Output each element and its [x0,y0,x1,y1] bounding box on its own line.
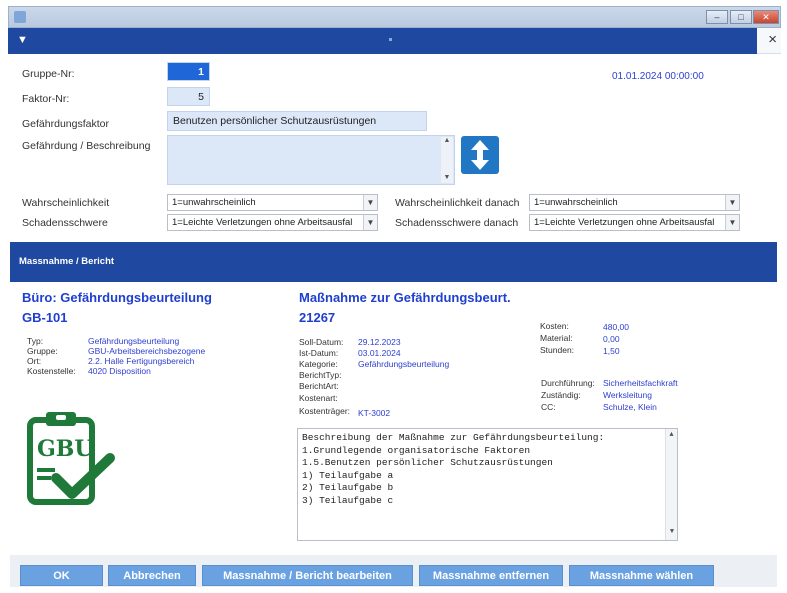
schadensschwere-value: 1=Leichte Verletzungen ohne Arbeitsausfa… [172,217,353,228]
scroll-down-icon[interactable]: ▼ [441,174,453,181]
schadensschwere-danach-select[interactable]: 1=Leichte Verletzungen ohne Arbeitsausfa… [529,214,740,231]
chevron-down-icon[interactable]: ▼ [725,215,739,230]
gbu-logo: GBU [22,410,117,510]
left-row-label: Typ: [27,336,44,346]
left-row-label: Gruppe: [27,346,58,356]
middle-row-label: Kostenträger: [299,406,351,416]
right-row-value: 480,00 [603,322,629,332]
right-row-label: Kosten: [540,321,569,331]
faktor-input[interactable]: 5 [167,87,210,106]
close-icon[interactable]: × [768,31,777,48]
header-bar: ▼ [8,28,757,54]
schadensschwere-danach-value: 1=Leichte Verletzungen ohne Arbeitsausfa… [534,217,715,228]
beschreibung-label: Gefährdung / Beschreibung [22,140,151,152]
right-row-value: Werksleitung [603,390,652,400]
gbu-logo-text: GBU [37,436,94,462]
left-row-label: Ort: [27,356,42,366]
left-title: Büro: Gefährdungsbeurteilung [22,290,212,305]
description-line: Beschreibung der Maßnahme zur Gefährdung… [302,432,605,443]
middle-row-value: KT-3002 [358,408,391,418]
left-row-value: GBU-Arbeitsbereichsbezogene [88,346,206,356]
up-down-arrow-icon[interactable] [461,136,499,174]
gefaehrdungsfaktor-label: Gefährdungsfaktor [22,118,109,130]
textarea-scrollbar[interactable]: ▲ ▼ [441,137,453,183]
abbrechen-button[interactable]: Abbrechen [108,565,196,586]
beschreibung-textarea[interactable]: ▲ ▼ [167,135,455,185]
wahrscheinlichkeit-danach-label: Wahrscheinlichkeit danach [395,197,520,209]
right-row-value: Schulze, Klein [603,402,657,412]
ok-button[interactable]: OK [20,565,103,586]
middle-id: 21267 [299,310,336,325]
waehlen-button[interactable]: Massnahme wählen [569,565,714,586]
right-row-label: Material: [540,333,573,343]
schadensschwere-label: Schadensschwere [22,217,108,229]
section-title: Massnahme / Bericht [19,256,115,267]
minimize-button[interactable]: – [706,10,728,24]
app-icon [14,11,26,23]
middle-row-label: Ist-Datum: [299,348,339,358]
description-line: 2) Teilaufgabe b [302,482,394,493]
left-row-value: 2.2. Halle Fertigungsbereich [88,356,195,366]
right-row-label: Zuständig: [541,390,581,400]
chevron-down-icon[interactable]: ▼ [363,195,377,210]
entfernen-button[interactable]: Massnahme entfernen [419,565,563,586]
right-row-value: 0,00 [603,334,620,344]
gruppe-input[interactable]: 1 [167,62,210,81]
middle-row-label: BerichtArt: [299,381,339,391]
right-row-value: Sicherheitsfachkraft [603,378,678,388]
scroll-up-icon[interactable]: ▲ [666,429,677,442]
wahrscheinlichkeit-select[interactable]: 1=unwahrscheinlich ▼ [167,194,378,211]
left-id: GB-101 [22,310,68,325]
scroll-down-icon[interactable]: ▼ [666,526,678,539]
schadensschwere-select[interactable]: 1=Leichte Verletzungen ohne Arbeitsausfa… [167,214,378,231]
description-scrollbar[interactable]: ▲ ▼ [665,429,677,540]
description-line: 1.5.Benutzen persönlicher Schutzausrüstu… [302,457,553,468]
gruppe-label: Gruppe-Nr: [22,68,75,80]
header-dot [389,38,392,41]
wahrscheinlichkeit-value: 1=unwahrscheinlich [172,197,256,208]
chevron-down-icon[interactable]: ▼ [725,195,739,210]
wahrscheinlichkeit-danach-value: 1=unwahrscheinlich [534,197,618,208]
middle-row-value: 29.12.2023 [358,337,401,347]
middle-row-value: Gefährdungsbeurteilung [358,359,450,369]
schadensschwere-danach-label: Schadensschwere danach [395,217,519,229]
left-row-label: Kostenstelle: [27,366,76,376]
middle-row-value: 03.01.2024 [358,348,401,358]
middle-row-label: Soll-Datum: [299,337,344,347]
faktor-label: Faktor-Nr: [22,93,70,105]
gefaehrdungsfaktor-input[interactable]: Benutzen persönlicher Schutzausrüstungen [167,111,427,131]
middle-row-label: Kategorie: [299,359,338,369]
hamburger-icon[interactable]: ▼ [17,34,28,46]
middle-title: Maßnahme zur Gefährdungsbeurt. [299,290,511,305]
timestamp: 01.01.2024 00:00:00 [612,71,704,82]
window-close-button[interactable]: ✕ [753,10,779,24]
section-bar: Massnahme / Bericht [10,242,777,282]
left-row-value: Gefährdungsbeurteilung [88,336,180,346]
wahrscheinlichkeit-danach-select[interactable]: 1=unwahrscheinlich ▼ [529,194,740,211]
middle-row-label: BerichtTyp: [299,370,342,380]
window-titlebar: – □ ✕ [8,6,781,28]
chevron-down-icon[interactable]: ▼ [363,215,377,230]
description-line: 3) Teilaufgabe c [302,494,394,506]
scroll-up-icon[interactable]: ▲ [441,137,453,144]
description-line: 1) Teilaufgabe a [302,469,394,481]
right-row-label: Durchführung: [541,378,595,388]
middle-row-label: Kostenart: [299,393,338,403]
right-row-label: Stunden: [540,345,575,355]
left-row-value: 4020 Disposition [88,366,151,376]
maximize-button[interactable]: □ [730,10,752,24]
description-line: 1.Grundlegende organisatorische Faktoren [302,444,531,456]
bearbeiten-button[interactable]: Massnahme / Bericht bearbeiten [202,565,413,586]
right-row-label: CC: [541,402,556,412]
right-row-value: 1,50 [603,346,620,356]
form-header: ▼ × [8,28,781,54]
massnahme-description[interactable]: Beschreibung der Maßnahme zur Gefährdung… [297,428,678,541]
wahrscheinlichkeit-label: Wahrscheinlichkeit [22,197,110,209]
